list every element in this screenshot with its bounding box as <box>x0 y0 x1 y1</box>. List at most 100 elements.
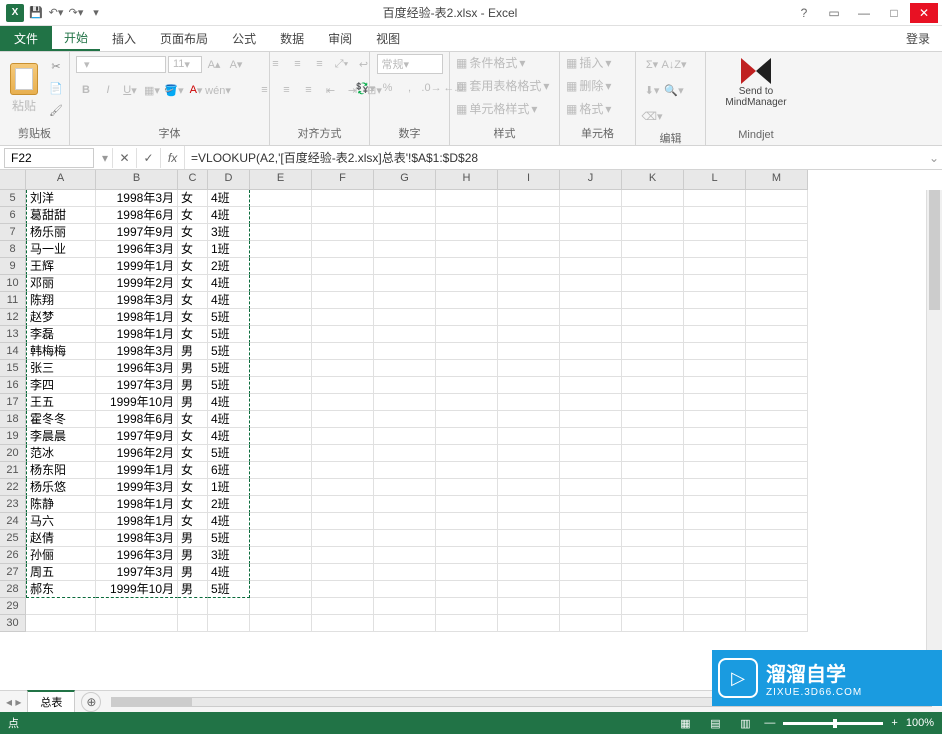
save-icon[interactable]: 💾 <box>28 5 44 21</box>
cell-I16[interactable] <box>498 377 560 394</box>
cell-D9[interactable]: 2班 <box>208 258 250 275</box>
cell-D22[interactable]: 1班 <box>208 479 250 496</box>
tab-review[interactable]: 审阅 <box>316 26 364 51</box>
bold-icon[interactable]: B <box>76 80 96 100</box>
cell-A7[interactable]: 杨乐丽 <box>26 224 96 241</box>
cell-F15[interactable] <box>312 360 374 377</box>
cut-icon[interactable]: ✂ <box>46 57 66 77</box>
row-header-7[interactable]: 7 <box>0 224 26 241</box>
cell-I26[interactable] <box>498 547 560 564</box>
cell-E27[interactable] <box>250 564 312 581</box>
cell-A20[interactable]: 范冰 <box>26 445 96 462</box>
cell-E5[interactable] <box>250 190 312 207</box>
row-header-25[interactable]: 25 <box>0 530 26 547</box>
row-header-16[interactable]: 16 <box>0 377 26 394</box>
cell-I18[interactable] <box>498 411 560 428</box>
cell-F22[interactable] <box>312 479 374 496</box>
cell-K7[interactable] <box>622 224 684 241</box>
find-icon[interactable]: 🔍▾ <box>664 80 684 100</box>
cell-E8[interactable] <box>250 241 312 258</box>
column-header-J[interactable]: J <box>560 170 622 190</box>
cell-L27[interactable] <box>684 564 746 581</box>
row-header-5[interactable]: 5 <box>0 190 26 207</box>
fill-icon[interactable]: ⬇▾ <box>642 80 662 100</box>
column-header-A[interactable]: A <box>26 170 96 190</box>
cell-E18[interactable] <box>250 411 312 428</box>
number-format-combo[interactable]: 常规 ▾ <box>377 54 443 74</box>
sort-filter-icon[interactable]: A↓Z▾ <box>664 54 684 74</box>
cell-B21[interactable]: 1999年1月 <box>96 462 178 479</box>
table-format-button[interactable]: 套用表格格式 <box>469 77 541 94</box>
formula-input[interactable]: =VLOOKUP(A2,'[百度经验-表2.xlsx]总表'!$A$1:$D$2… <box>184 146 926 169</box>
column-header-D[interactable]: D <box>208 170 250 190</box>
cell-G6[interactable] <box>374 207 436 224</box>
cell-D30[interactable] <box>208 615 250 632</box>
cell-C29[interactable] <box>178 598 208 615</box>
cell-G21[interactable] <box>374 462 436 479</box>
italic-icon[interactable]: I <box>98 80 118 100</box>
cell-L26[interactable] <box>684 547 746 564</box>
row-header-20[interactable]: 20 <box>0 445 26 462</box>
close-button[interactable]: ✕ <box>910 3 938 23</box>
cell-C20[interactable]: 女 <box>178 445 208 462</box>
cell-I29[interactable] <box>498 598 560 615</box>
tab-file[interactable]: 文件 <box>0 26 52 51</box>
normal-view-icon[interactable]: ▦ <box>674 715 696 731</box>
cell-C14[interactable]: 男 <box>178 343 208 360</box>
tab-home[interactable]: 开始 <box>52 26 100 51</box>
cell-I24[interactable] <box>498 513 560 530</box>
cell-H14[interactable] <box>436 343 498 360</box>
cell-B11[interactable]: 1998年3月 <box>96 292 178 309</box>
border-icon[interactable]: ▦▾ <box>142 80 162 100</box>
format-cells-icon[interactable]: ▦ <box>566 102 577 116</box>
cell-J8[interactable] <box>560 241 622 258</box>
cell-M9[interactable] <box>746 258 808 275</box>
cell-C30[interactable] <box>178 615 208 632</box>
cell-M19[interactable] <box>746 428 808 445</box>
column-header-L[interactable]: L <box>684 170 746 190</box>
cell-M16[interactable] <box>746 377 808 394</box>
cell-E22[interactable] <box>250 479 312 496</box>
cell-G18[interactable] <box>374 411 436 428</box>
cell-J21[interactable] <box>560 462 622 479</box>
cell-K26[interactable] <box>622 547 684 564</box>
cell-F8[interactable] <box>312 241 374 258</box>
cell-D23[interactable]: 2班 <box>208 496 250 513</box>
cell-K8[interactable] <box>622 241 684 258</box>
column-header-K[interactable]: K <box>622 170 684 190</box>
cell-G13[interactable] <box>374 326 436 343</box>
cell-B16[interactable]: 1997年3月 <box>96 377 178 394</box>
cell-F17[interactable] <box>312 394 374 411</box>
cell-E16[interactable] <box>250 377 312 394</box>
zoom-in-button[interactable]: + <box>891 717 897 729</box>
cell-M6[interactable] <box>746 207 808 224</box>
cell-L7[interactable] <box>684 224 746 241</box>
cell-J12[interactable] <box>560 309 622 326</box>
cell-I30[interactable] <box>498 615 560 632</box>
cell-F5[interactable] <box>312 190 374 207</box>
cell-J17[interactable] <box>560 394 622 411</box>
cell-G11[interactable] <box>374 292 436 309</box>
row-header-19[interactable]: 19 <box>0 428 26 445</box>
cell-G24[interactable] <box>374 513 436 530</box>
cell-H11[interactable] <box>436 292 498 309</box>
cell-M18[interactable] <box>746 411 808 428</box>
row-header-15[interactable]: 15 <box>0 360 26 377</box>
row-header-8[interactable]: 8 <box>0 241 26 258</box>
cell-K18[interactable] <box>622 411 684 428</box>
cell-L29[interactable] <box>684 598 746 615</box>
cell-M25[interactable] <box>746 530 808 547</box>
cell-L24[interactable] <box>684 513 746 530</box>
cell-K5[interactable] <box>622 190 684 207</box>
cell-H28[interactable] <box>436 581 498 598</box>
cell-H10[interactable] <box>436 275 498 292</box>
column-header-E[interactable]: E <box>250 170 312 190</box>
cell-H25[interactable] <box>436 530 498 547</box>
cell-K15[interactable] <box>622 360 684 377</box>
cell-K10[interactable] <box>622 275 684 292</box>
delete-cells-button[interactable]: 删除 <box>579 77 603 94</box>
cell-K27[interactable] <box>622 564 684 581</box>
cell-F30[interactable] <box>312 615 374 632</box>
cell-K14[interactable] <box>622 343 684 360</box>
cell-K29[interactable] <box>622 598 684 615</box>
